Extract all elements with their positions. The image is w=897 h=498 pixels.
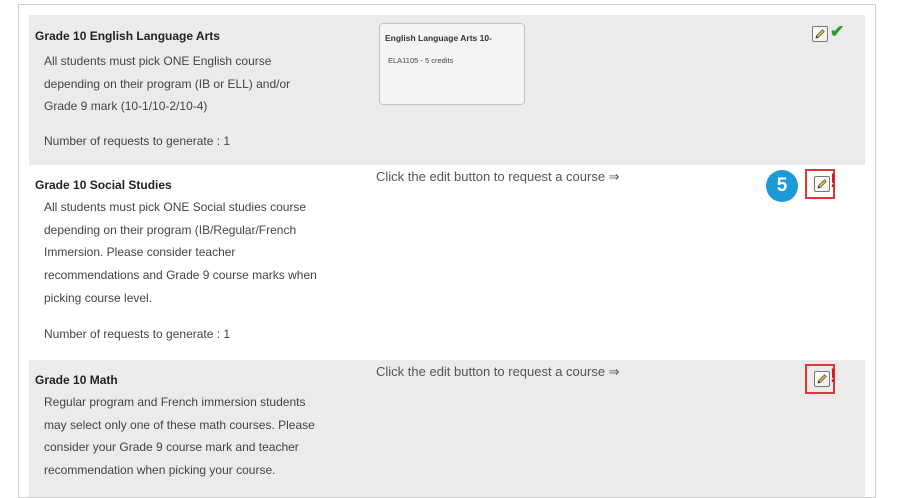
description-line: Immersion. Please consider teacher	[44, 245, 236, 260]
requests-count: Number of requests to generate : 1	[44, 134, 231, 148]
checkmark-icon: ✔	[830, 22, 845, 41]
description-line: consider your Grade 9 course mark and te…	[44, 440, 299, 455]
description-line: Grade 9 mark (10-1/10-2/10-4)	[44, 99, 208, 114]
section-description: All students must pick ONE English cours…	[44, 50, 359, 118]
course-request-panel: Grade 10 English Language Arts All stude…	[18, 4, 876, 498]
description-line: recommendations and Grade 9 course marks…	[44, 268, 317, 283]
step-number-badge: 5	[766, 170, 798, 202]
instruction-text: Click the edit button to request a cours…	[376, 364, 620, 379]
description-line: depending on their program (IB/Regular/F…	[44, 222, 297, 237]
description-line: depending on their program (IB or ELL) a…	[44, 76, 291, 91]
section-description: All students must pick ONE Social studie…	[44, 196, 359, 310]
edit-icon[interactable]	[812, 26, 828, 42]
edit-icon[interactable]	[814, 176, 830, 192]
course-name: English Language Arts 10-	[385, 33, 492, 43]
description-line: picking course level.	[44, 290, 153, 305]
exclamation-icon: !	[830, 366, 837, 387]
section-description: Regular program and French immersion stu…	[44, 391, 359, 482]
section-title: Grade 10 Math	[35, 373, 118, 387]
description-line: All students must pick ONE Social studie…	[44, 200, 307, 214]
section-social-studies: Grade 10 Social Studies All students mus…	[29, 165, 865, 360]
description-line: recommendation when picking your course.	[44, 463, 276, 478]
instruction-text: Click the edit button to request a cours…	[376, 169, 620, 184]
exclamation-icon: !	[830, 171, 837, 192]
section-title: Grade 10 Social Studies	[35, 178, 172, 192]
description-line: All students must pick ONE English cours…	[44, 54, 272, 68]
section-english: Grade 10 English Language Arts All stude…	[29, 15, 865, 165]
requests-count: Number of requests to generate : 1	[44, 327, 231, 341]
section-title: Grade 10 English Language Arts	[35, 29, 220, 43]
edit-icon[interactable]	[814, 371, 830, 387]
course-card[interactable]: English Language Arts 10- ELA1105 - 5 cr…	[379, 23, 525, 105]
description-line: Regular program and French immersion stu…	[44, 395, 306, 409]
description-line: may select only one of these math course…	[44, 417, 315, 432]
section-math: Grade 10 Math Regular program and French…	[29, 360, 865, 497]
course-code: ELA1105 - 5 credits	[388, 56, 454, 65]
